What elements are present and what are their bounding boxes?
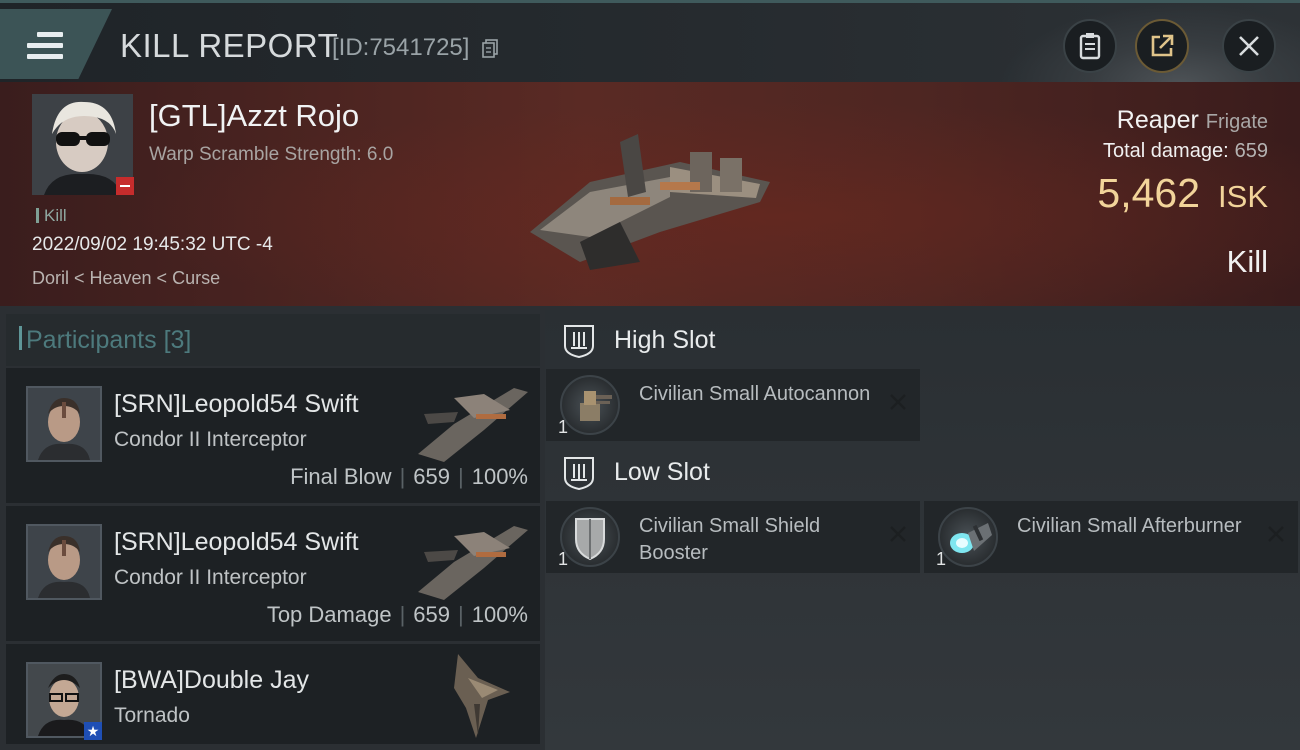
participant-percent: 100% bbox=[471, 602, 528, 627]
module-item[interactable]: 1 Civilian Small Afterburner bbox=[924, 501, 1298, 573]
participant-ship: Condor II Interceptor bbox=[114, 428, 307, 451]
kill-location[interactable]: Doril < Heaven < Curse bbox=[32, 268, 220, 289]
module-quantity: 1 bbox=[558, 549, 569, 569]
module-name: Civilian Small Autocannon bbox=[639, 383, 871, 405]
high-slot-icon bbox=[564, 325, 594, 358]
victim-banner: [GTL]Azzt Rojo Warp Scramble Strength: 6… bbox=[0, 82, 1300, 306]
destroyed-x-icon bbox=[890, 526, 906, 542]
clipboard-button[interactable] bbox=[1063, 19, 1117, 73]
victim-ship-type[interactable]: Reaper Frigate bbox=[1117, 106, 1268, 135]
kill-datetime: 2022/09/02 19:45:32 UTC -4 bbox=[32, 234, 273, 255]
participant-ship: Tornado bbox=[114, 704, 190, 727]
isk-unit: ISK bbox=[1218, 179, 1268, 214]
participant-ship: Condor II Interceptor bbox=[114, 566, 307, 589]
participants-title: Participants [3] bbox=[18, 326, 192, 355]
victim-ship-name: Reaper bbox=[1116, 106, 1199, 134]
status-badge bbox=[116, 177, 134, 195]
participant-name: [SRN]Leopold54 Swift bbox=[114, 390, 359, 418]
top-bar: KILL REPORT [ID:7541725] bbox=[0, 0, 1300, 85]
participant-name: [SRN]Leopold54 Swift bbox=[114, 528, 359, 556]
destroyed-x-icon bbox=[1268, 526, 1284, 542]
avatar[interactable] bbox=[26, 524, 102, 600]
participant-role: Final Blow bbox=[290, 464, 392, 489]
participants-count: [3] bbox=[163, 326, 192, 354]
module-item[interactable]: 1 Civilian Small Autocannon bbox=[546, 369, 920, 441]
destroyed-x-icon bbox=[890, 394, 906, 410]
menu-button[interactable] bbox=[0, 9, 112, 79]
clipboard-icon bbox=[1079, 33, 1101, 60]
participants-label: Participants bbox=[26, 326, 157, 354]
module-quantity: 1 bbox=[558, 417, 569, 437]
share-button[interactable] bbox=[1135, 19, 1189, 73]
close-button[interactable] bbox=[1222, 19, 1276, 73]
low-slot-title: Low Slot bbox=[614, 458, 710, 486]
isk-amount: 5,462 bbox=[1097, 170, 1201, 216]
close-icon bbox=[1239, 36, 1259, 56]
module-quantity: 1 bbox=[936, 549, 947, 569]
module-name: Civilian Small Shield Booster bbox=[639, 515, 821, 564]
participant-row[interactable]: [SRN]Leopold54 Swift Condor II Intercept… bbox=[6, 368, 540, 503]
low-slot-icon bbox=[564, 457, 594, 490]
isk-value: 5,462 ISK bbox=[1097, 170, 1268, 217]
shield-booster-icon bbox=[560, 507, 620, 567]
total-damage-label: Total damage: bbox=[1102, 140, 1229, 162]
share-icon bbox=[1151, 34, 1174, 57]
participant-row[interactable]: [SRN]Leopold54 Swift Condor II Intercept… bbox=[6, 506, 540, 641]
autocannon-icon bbox=[560, 375, 620, 435]
participant-ship-image bbox=[418, 388, 528, 462]
participant-stats: Final Blow | 659 | 100% bbox=[290, 464, 528, 489]
participant-ship-image bbox=[418, 526, 528, 600]
participant-name: [BWA]Double Jay bbox=[114, 666, 309, 694]
star-badge-icon: ★ bbox=[84, 722, 102, 740]
afterburner-icon bbox=[938, 507, 998, 567]
copy-icon[interactable] bbox=[482, 39, 498, 58]
kill-tag: Kill bbox=[36, 206, 67, 226]
participants-header: Participants [3] bbox=[6, 314, 540, 366]
module-item[interactable]: 1 Civilian Small Shield Booster bbox=[546, 501, 920, 573]
victim-ship-class: Frigate bbox=[1205, 111, 1268, 133]
total-damage: Total damage: 659 bbox=[1103, 140, 1268, 163]
participant-stats: Top Damage | 659 | 100% bbox=[266, 602, 528, 627]
victim-name[interactable]: [GTL]Azzt Rojo bbox=[149, 98, 359, 134]
kill-result: Kill bbox=[1226, 244, 1268, 279]
victim-subtitle: Warp Scramble Strength: 6.0 bbox=[149, 144, 394, 165]
module-name: Civilian Small Afterburner bbox=[1017, 515, 1242, 537]
report-id: [ID:7541725] bbox=[332, 34, 470, 61]
total-damage-value: 659 bbox=[1234, 140, 1268, 162]
avatar[interactable] bbox=[26, 386, 102, 462]
participant-role: Top Damage bbox=[266, 602, 392, 627]
high-slot-title: High Slot bbox=[614, 326, 716, 354]
participant-ship-image bbox=[454, 654, 510, 738]
menu-icon bbox=[27, 32, 63, 62]
victim-ship-image[interactable] bbox=[520, 122, 790, 272]
page-title: KILL REPORT bbox=[120, 27, 339, 64]
participant-percent: 100% bbox=[471, 464, 528, 489]
participant-row[interactable]: ★ [BWA]Double Jay Tornado bbox=[6, 644, 540, 744]
participant-damage: 659 bbox=[413, 464, 450, 489]
participant-damage: 659 bbox=[413, 602, 450, 627]
